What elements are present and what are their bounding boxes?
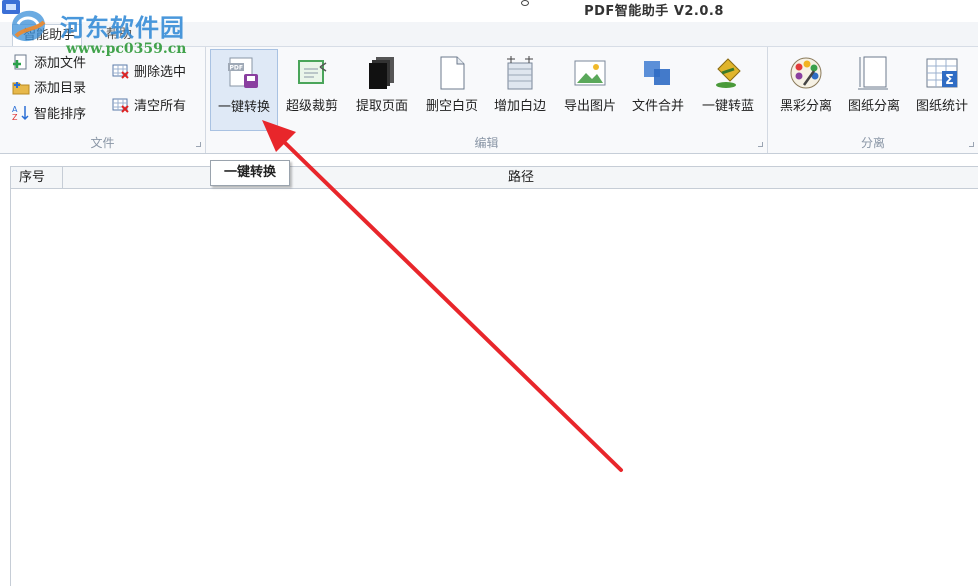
add-margin-icon (502, 55, 538, 91)
merge-files-label: 文件合并 (631, 99, 684, 114)
color-palette-icon (788, 55, 824, 91)
super-crop-button[interactable]: 超级裁剪 (278, 49, 346, 131)
smart-sort-label: 智能排序 (34, 107, 87, 122)
file-list-table[interactable]: 序号 路径 (10, 166, 978, 586)
super-crop-label: 超级裁剪 (285, 99, 338, 114)
tooltip: 一键转换 (210, 160, 290, 186)
add-folder-label: 添加目录 (34, 81, 87, 96)
title-bar-dot-icon (521, 0, 529, 6)
add-folder-button[interactable]: 添加目录 (12, 78, 86, 100)
clear-all-icon (112, 97, 130, 113)
add-file-icon (12, 54, 30, 70)
add-margin-label: 增加白边 (493, 99, 546, 114)
extract-pages-button[interactable]: 提取页面 (348, 49, 416, 131)
export-images-label: 导出图片 (563, 99, 616, 114)
one-click-blue-label: 一键转蓝 (701, 99, 754, 114)
blank-page-icon (434, 55, 470, 91)
group-label-file: 文件 (90, 136, 115, 150)
svg-text:Z: Z (12, 113, 18, 121)
ribbon-group-edit: PDF 一键转换 超级裁剪 提取页面 删空白页 增加白边 导出图片 文件合并 一… (206, 47, 768, 153)
delete-selected-button[interactable]: 删除选中 (112, 62, 186, 84)
column-header-index[interactable]: 序号 (11, 167, 63, 189)
group-label-edit: 编辑 (474, 136, 499, 150)
column-header-path[interactable]: 路径 (63, 167, 978, 189)
merge-files-button[interactable]: 文件合并 (624, 49, 692, 131)
ribbon-group-file: 添加文件 添加目录 AZ 智能排序 删除选中 清空所有 文件 (0, 47, 206, 153)
add-file-label: 添加文件 (34, 56, 87, 71)
export-image-icon (572, 55, 608, 91)
clear-all-label: 清空所有 (134, 99, 187, 114)
svg-text:Σ: Σ (945, 73, 954, 88)
drawing-separate-button[interactable]: 图纸分离 (840, 49, 908, 131)
drawing-separate-label: 图纸分离 (847, 99, 900, 114)
drawing-icon (856, 55, 892, 91)
watermark-logo-icon (12, 10, 46, 42)
one-click-blue-button[interactable]: 一键转蓝 (694, 49, 762, 131)
delete-selected-icon (112, 63, 130, 79)
color-separate-label: 黑彩分离 (779, 99, 832, 114)
export-images-button[interactable]: 导出图片 (556, 49, 624, 131)
extract-pages-label: 提取页面 (355, 99, 408, 114)
color-separate-button[interactable]: 黑彩分离 (772, 49, 840, 131)
paint-bucket-icon (710, 55, 746, 91)
drawing-statistics-button[interactable]: Σ 图纸统计 (908, 49, 976, 131)
one-click-convert-button[interactable]: PDF 一键转换 (210, 49, 278, 131)
statistics-icon: Σ (924, 55, 960, 91)
group-expand-icon[interactable] (758, 142, 763, 147)
ribbon-group-separate: 黑彩分离 图纸分离 Σ 图纸统计 分离 (768, 47, 978, 153)
table-header: 序号 路径 (11, 167, 978, 189)
smart-sort-button[interactable]: AZ 智能排序 (12, 104, 86, 126)
group-label-separate: 分离 (860, 136, 885, 150)
one-click-convert-label: 一键转换 (217, 100, 270, 115)
delete-blank-pages-label: 删空白页 (425, 99, 478, 114)
sort-icon: AZ (12, 105, 30, 122)
merge-icon (640, 55, 676, 91)
pdf-convert-icon: PDF (226, 56, 262, 92)
add-folder-icon (12, 79, 30, 95)
group-expand-icon[interactable] (969, 142, 974, 147)
delete-selected-label: 删除选中 (134, 65, 187, 80)
clear-all-button[interactable]: 清空所有 (112, 96, 186, 118)
watermark-title: 河东软件园 (60, 14, 185, 42)
app-window: PDF智能助手 V2.0.8 智能助手 帮助 添加文件 添加目录 AZ 智能排序… (0, 0, 978, 586)
watermark-url: www.pc0359.cn (66, 41, 187, 57)
drawing-statistics-label: 图纸统计 (915, 99, 968, 114)
delete-blank-pages-button[interactable]: 删空白页 (418, 49, 486, 131)
crop-icon (294, 55, 330, 91)
extract-pages-icon (364, 55, 400, 91)
svg-text:PDF: PDF (230, 65, 243, 72)
add-margin-button[interactable]: 增加白边 (486, 49, 554, 131)
group-expand-icon[interactable] (196, 142, 201, 147)
ribbon: 添加文件 添加目录 AZ 智能排序 删除选中 清空所有 文件 PDF 一键转换 … (0, 46, 978, 154)
